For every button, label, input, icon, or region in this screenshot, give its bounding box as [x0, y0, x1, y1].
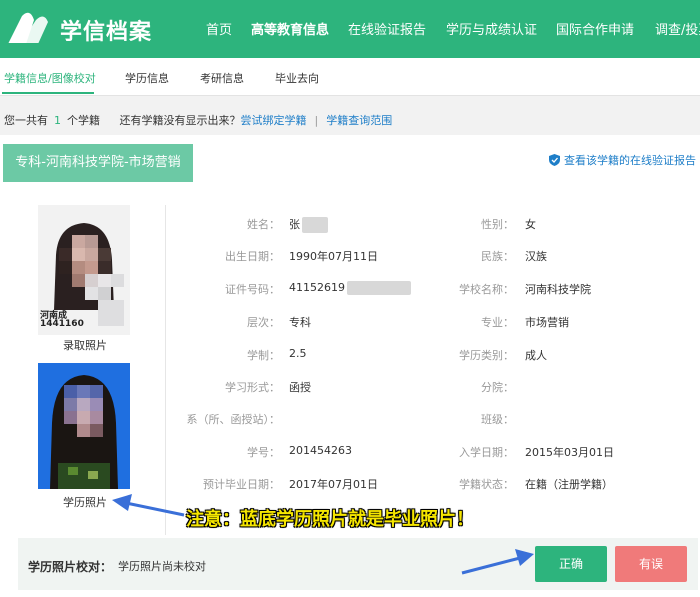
enrollment-status-value: 在籍（注册学籍） — [525, 478, 613, 491]
expected-graduation-value: 2017年07月01日 — [289, 478, 378, 491]
study-form-value: 函授 — [289, 381, 311, 394]
nav-degree-certification[interactable]: 学历与成绩认证 — [446, 19, 537, 38]
major-value: 市场营销 — [525, 316, 569, 329]
level-label: 层次： — [247, 316, 280, 329]
enrollment-status-label: 学籍状态： — [459, 478, 514, 491]
id-number-label: 证件号码： — [225, 283, 280, 296]
confirm-correct-button[interactable]: 正确 — [535, 546, 607, 582]
ethnicity-value: 汉族 — [525, 250, 547, 263]
name-label: 姓名： — [247, 218, 280, 231]
nav-survey[interactable]: 调查/投票 — [655, 19, 700, 38]
enrollment-date-label: 入学日期： — [459, 446, 514, 459]
birth-date-label: 出生日期： — [225, 250, 280, 263]
gender-label: 性别： — [481, 218, 514, 231]
admission-photo-caption: 录取照片 — [63, 339, 107, 352]
tab-degree-info[interactable]: 学历信息 — [125, 70, 169, 86]
count-prefix: 您一共有 — [4, 114, 48, 127]
branch-college-label: 分院： — [481, 381, 514, 394]
student-number-value: 201454263 — [289, 444, 352, 457]
active-tab-indicator — [2, 92, 94, 94]
tab-postgrad-exam-info[interactable]: 考研信息 — [200, 70, 244, 86]
admission-photo: 河南成 1441160 — [38, 205, 130, 335]
link-separator: | — [314, 114, 319, 127]
brand-title[interactable]: 学信档案 — [60, 14, 152, 46]
duration-label: 学制： — [247, 349, 280, 362]
student-record-card: 专科-河南科技学院-市场营销 查看该学籍的在线验证报告 河南成 1441160 … — [0, 135, 700, 597]
nav-online-verification[interactable]: 在线验证报告 — [348, 19, 426, 38]
name-value: 张 — [289, 216, 328, 233]
degree-photo — [38, 363, 130, 489]
xuexin-logo-icon[interactable] — [6, 10, 52, 46]
verify-link-label: 查看该学籍的在线验证报告 — [564, 154, 696, 167]
page: 学信档案 首页 高等教育信息 在线验证报告 学历与成绩认证 国际合作申请 调查/… — [0, 0, 700, 597]
id-number-text: 41152619 — [289, 281, 345, 294]
missing-record-question: 还有学籍没有显示出来？ — [119, 114, 241, 127]
id-number-value: 41152619 — [289, 281, 411, 295]
school-name-label: 学校名称： — [459, 283, 514, 296]
major-label: 专业： — [481, 316, 514, 329]
redaction-blur — [347, 281, 411, 295]
duration-value: 2.5 — [289, 347, 307, 360]
ethnicity-label: 民族： — [481, 250, 514, 263]
degree-category-value: 成人 — [525, 349, 547, 362]
annotation-note: 注意：蓝底学历照片就是毕业照片！ — [186, 509, 474, 530]
photo-divider — [165, 205, 166, 535]
nav-international-cooperation[interactable]: 国际合作申请 — [556, 19, 634, 38]
study-form-label: 学习形式： — [225, 381, 280, 394]
record-query-scope-link[interactable]: 学籍查询范围 — [326, 114, 392, 127]
expected-graduation-label: 预计毕业日期： — [203, 478, 280, 491]
level-value: 专科 — [289, 316, 311, 329]
degree-photo-caption: 学历照片 — [63, 496, 107, 509]
nav-higher-education[interactable]: 高等教育信息 — [251, 19, 329, 38]
count-suffix: 个学籍 — [67, 114, 100, 127]
enrollment-date-value: 2015年03月01日 — [525, 446, 614, 459]
department-label: 系（所、函授站）： — [186, 413, 281, 426]
class-label: 班级： — [481, 413, 514, 426]
bind-record-link[interactable]: 尝试绑定学籍 — [241, 114, 307, 127]
school-name-value: 河南科技学院 — [525, 283, 591, 296]
sub-tabs: 学籍信息/图像校对 学历信息 考研信息 毕业去向 — [0, 58, 700, 96]
photo-stamp-line2: 1441160 — [40, 319, 84, 329]
redaction-blur — [302, 217, 328, 233]
gender-value: 女 — [525, 218, 536, 231]
record-count-bar: 您一共有 1 个学籍 还有学籍没有显示出来？尝试绑定学籍 | 学籍查询范围 — [4, 112, 392, 128]
photo-check-label: 学历照片校对： — [28, 560, 113, 574]
birth-date-value: 1990年07月11日 — [289, 250, 378, 263]
portrait-mosaic-icon — [38, 363, 130, 489]
degree-category-label: 学历类别： — [459, 349, 514, 362]
school-tag: 专科-河南科技学院-市场营销 — [3, 144, 193, 182]
photo-check-row: 学历照片校对： 学历照片尚未校对 正确 有误 — [18, 538, 698, 590]
nav-home[interactable]: 首页 — [206, 19, 232, 38]
shield-icon — [549, 154, 560, 166]
name-text: 张 — [289, 218, 300, 231]
tab-graduate-destination[interactable]: 毕业去向 — [275, 70, 319, 86]
report-error-button[interactable]: 有误 — [615, 546, 687, 582]
photo-check-status: 学历照片尚未校对 — [118, 560, 206, 573]
record-count: 1 — [54, 114, 61, 127]
top-navbar: 学信档案 首页 高等教育信息 在线验证报告 学历与成绩认证 国际合作申请 调查/… — [0, 0, 700, 58]
view-verification-report-link[interactable]: 查看该学籍的在线验证报告 — [549, 152, 696, 168]
student-number-label: 学号： — [247, 446, 280, 459]
tab-student-status-photo-check[interactable]: 学籍信息/图像校对 — [4, 70, 96, 86]
